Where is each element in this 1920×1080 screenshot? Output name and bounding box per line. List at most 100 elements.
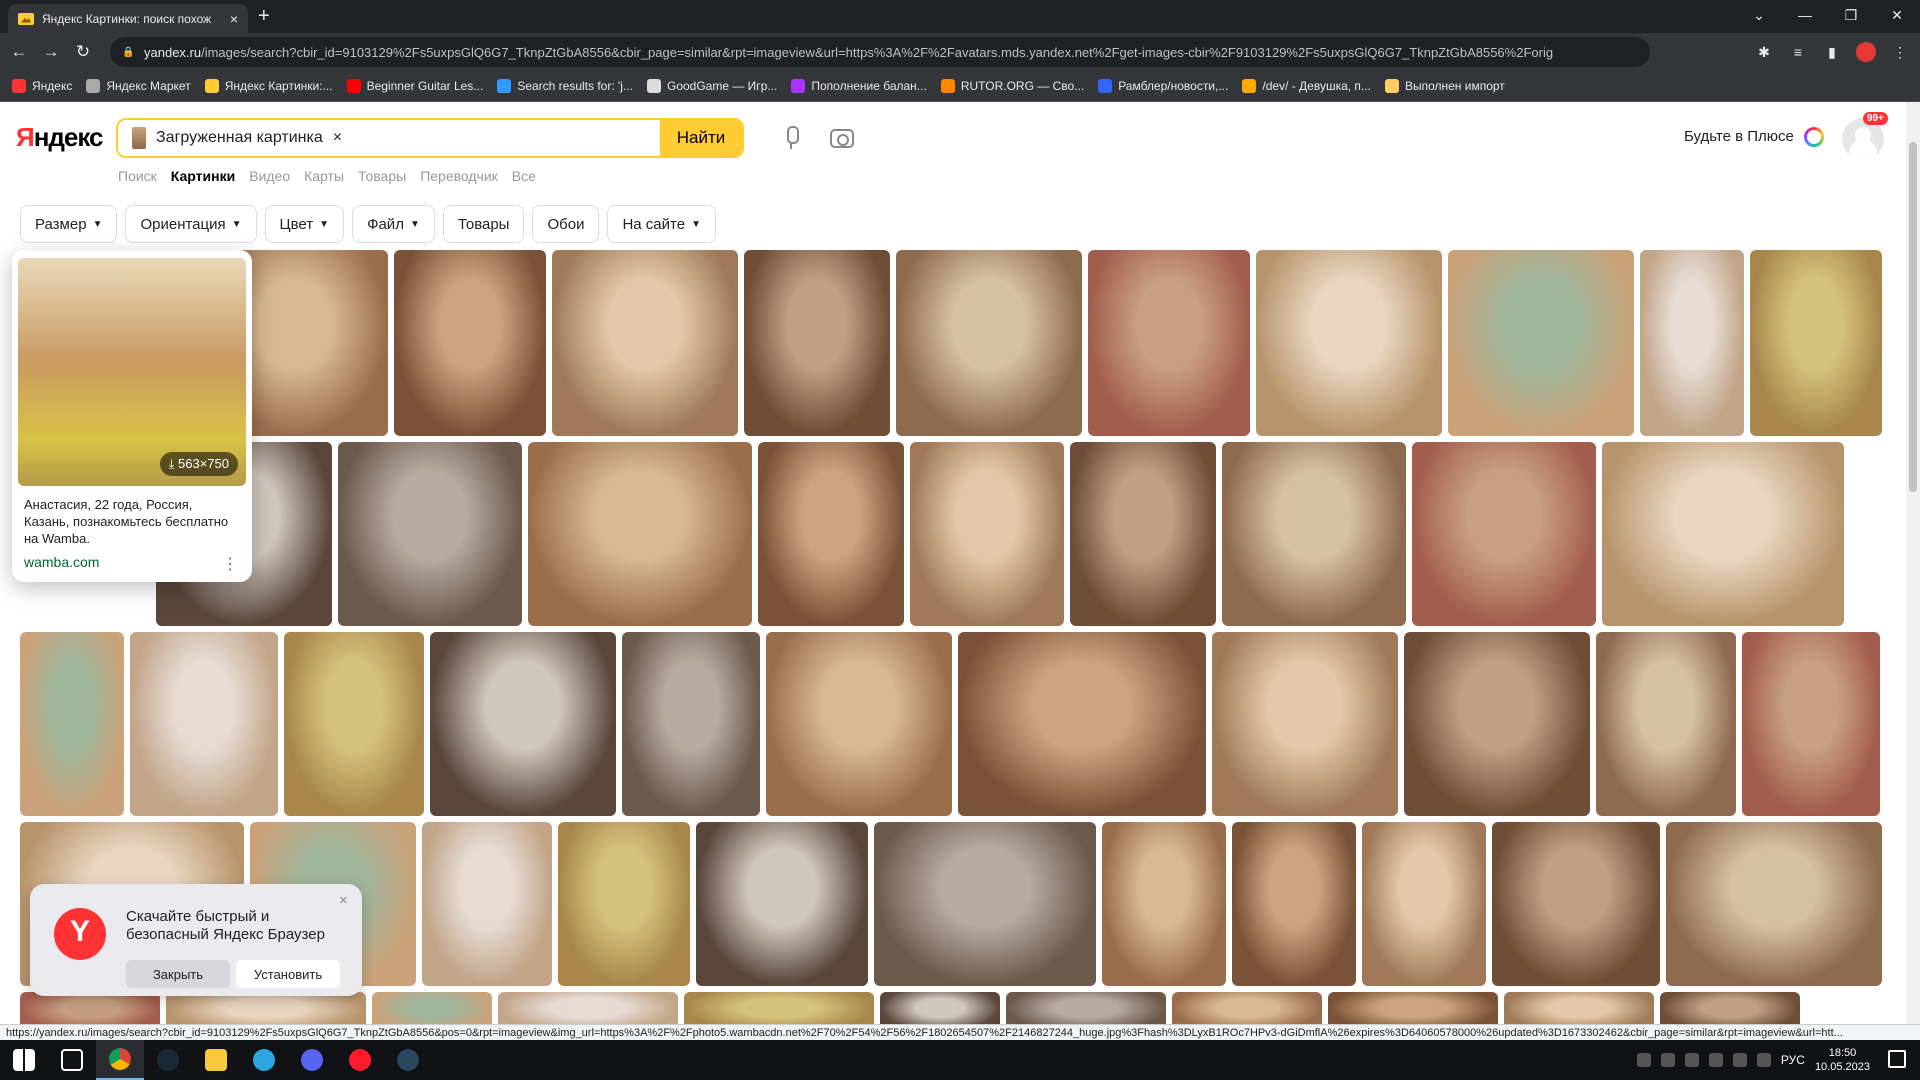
service-tab[interactable]: Переводчик [420, 168, 498, 184]
taskbar-explorer[interactable] [192, 1040, 240, 1080]
filter-button[interactable]: На сайте ▼ [607, 205, 716, 243]
image-result-tile[interactable] [338, 442, 522, 626]
image-result-tile[interactable] [498, 992, 678, 1024]
image-result-tile[interactable] [1448, 250, 1634, 436]
service-tab[interactable]: Картинки [171, 168, 235, 184]
taskbar-steam-2[interactable] [384, 1040, 432, 1080]
image-result-tile[interactable] [1640, 250, 1744, 436]
taskbar-discord[interactable] [288, 1040, 336, 1080]
restore-button[interactable]: ❐ [1828, 0, 1874, 30]
image-result-tile[interactable] [284, 632, 424, 816]
image-result-tile[interactable] [1006, 992, 1166, 1024]
bookmark-item[interactable]: Выполнен импорт [1384, 79, 1505, 93]
image-result-tile[interactable] [422, 822, 552, 986]
download-size-badge[interactable]: ⤓ 563×750 [159, 452, 238, 476]
extensions-icon[interactable]: ✱ [1754, 44, 1774, 61]
tray-icon[interactable] [1708, 1053, 1723, 1067]
minimize-button[interactable]: — [1782, 0, 1828, 30]
promo-close-button[interactable]: Закрыть [126, 960, 230, 988]
service-tab[interactable]: Карты [304, 168, 344, 184]
tab-close-icon[interactable]: × [230, 11, 238, 27]
image-result-tile[interactable] [528, 442, 752, 626]
filter-button[interactable]: Обои [532, 205, 600, 243]
image-hover-card[interactable]: ⤓ 563×750 Анастасия, 22 года, Россия, Ка… [12, 250, 252, 582]
promo-close-icon[interactable]: ✕ [339, 894, 348, 907]
new-tab-button[interactable]: + [258, 5, 270, 28]
image-result-tile[interactable] [552, 250, 738, 436]
back-arrow-icon[interactable]: ← [6, 42, 32, 62]
bookmark-item[interactable]: /dev/ - Девушка, п... [1242, 79, 1371, 93]
image-result-tile[interactable] [1504, 992, 1654, 1024]
filter-button[interactable]: Файл ▼ [352, 205, 435, 243]
image-result-tile[interactable] [1404, 632, 1590, 816]
search-box[interactable]: Загруженная картинка × Найти [116, 118, 744, 158]
more-options-icon[interactable]: ⋮ [222, 554, 238, 574]
page-scrollbar[interactable] [1906, 102, 1920, 1024]
image-result-tile[interactable] [1256, 250, 1442, 436]
taskbar-chrome[interactable] [96, 1040, 144, 1080]
clock[interactable]: 18:50 10.05.2023 [1815, 1046, 1870, 1074]
bookmark-item[interactable]: Рамблер/новости,... [1098, 79, 1228, 93]
image-result-tile[interactable] [744, 250, 890, 436]
image-result-tile[interactable] [558, 822, 690, 986]
menu-kebab-icon[interactable]: ⋮ [1890, 44, 1910, 61]
clear-icon[interactable]: × [333, 129, 342, 147]
taskbar-opera[interactable] [336, 1040, 384, 1080]
image-result-tile[interactable] [1750, 250, 1882, 436]
bookmark-item[interactable]: Пополнение балан... [791, 79, 927, 93]
image-result-tile[interactable] [874, 822, 1096, 986]
bookmark-item[interactable]: GoodGame — Игр... [646, 79, 777, 93]
network-icon[interactable] [1732, 1053, 1747, 1067]
bookmark-item[interactable]: Яндекс Маркет [86, 79, 191, 93]
service-tab[interactable]: Все [512, 168, 536, 184]
tab-yandex-images[interactable]: Яндекс Картинки: поиск похож × [8, 4, 248, 33]
image-result-tile[interactable] [1742, 632, 1880, 816]
start-button[interactable] [0, 1040, 48, 1080]
image-result-tile[interactable] [910, 442, 1064, 626]
image-result-tile[interactable] [1660, 992, 1800, 1024]
language-indicator[interactable]: РУС [1781, 1053, 1805, 1067]
camera-search-icon[interactable] [830, 129, 854, 148]
image-result-tile[interactable] [1222, 442, 1406, 626]
profile-avatar-icon[interactable] [1856, 42, 1876, 62]
image-result-tile[interactable] [372, 992, 492, 1024]
lock-icon[interactable]: 🔒 [122, 47, 136, 58]
plus-promo-link[interactable]: Будьте в Плюсе [1684, 128, 1794, 145]
filter-button[interactable]: Размер ▼ [20, 205, 118, 243]
filter-button[interactable]: Ориентация ▼ [125, 205, 257, 243]
tray-icon[interactable] [1660, 1053, 1675, 1067]
service-tab[interactable]: Видео [249, 168, 290, 184]
side-panel-icon[interactable]: ▮ [1822, 44, 1842, 61]
image-result-tile[interactable] [1412, 442, 1596, 626]
service-tab[interactable]: Поиск [118, 168, 157, 184]
search-button[interactable]: Найти [660, 120, 742, 156]
tray-icon[interactable] [1684, 1053, 1699, 1067]
bookmark-item[interactable]: Search results for: 'j... [497, 79, 633, 93]
image-result-tile[interactable] [1070, 442, 1216, 626]
image-result-tile[interactable] [1666, 822, 1882, 986]
taskbar-telegram[interactable] [240, 1040, 288, 1080]
image-result-tile[interactable] [166, 992, 366, 1024]
source-site-link[interactable]: wamba.com [24, 554, 99, 570]
image-result-tile[interactable] [1602, 442, 1844, 626]
image-result-tile[interactable] [394, 250, 546, 436]
microphone-icon[interactable] [782, 126, 800, 152]
tab-search-icon[interactable]: ⌄ [1736, 0, 1782, 30]
service-tab[interactable]: Товары [358, 168, 406, 184]
task-view-button[interactable] [48, 1040, 96, 1080]
bookmark-item[interactable]: Яндекс Картинки:... [204, 79, 333, 93]
image-result-tile[interactable] [20, 632, 124, 816]
image-result-tile[interactable] [880, 992, 1000, 1024]
filter-button[interactable]: Товары [442, 205, 525, 243]
image-result-tile[interactable] [1212, 632, 1398, 816]
close-window-button[interactable]: ✕ [1874, 0, 1920, 30]
image-result-tile[interactable] [696, 822, 868, 986]
notification-center-icon[interactable] [1888, 1050, 1906, 1068]
tray-icon[interactable] [1636, 1053, 1651, 1067]
taskbar-steam[interactable] [144, 1040, 192, 1080]
image-result-tile[interactable] [684, 992, 874, 1024]
forward-arrow-icon[interactable]: → [38, 42, 64, 62]
image-result-tile[interactable] [1102, 822, 1226, 986]
image-result-tile[interactable] [1492, 822, 1660, 986]
image-result-tile[interactable] [1596, 632, 1736, 816]
